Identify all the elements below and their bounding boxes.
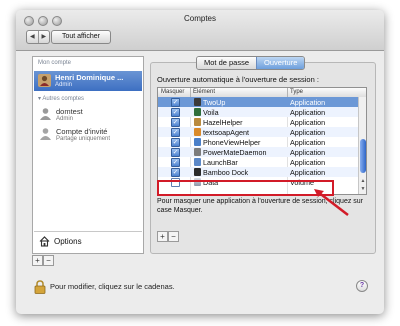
accounts-sidebar: Mon compte Henri Dominique ... Admin ▾ A… — [32, 56, 144, 254]
guest-user-icon — [40, 128, 51, 140]
scroll-thumb[interactable] — [360, 139, 366, 173]
help-button[interactable]: ? — [356, 280, 368, 292]
table-row[interactable]: ✓ PowerMateDaemon Application — [158, 147, 358, 157]
item-name: HazelHelper — [203, 118, 243, 127]
item-type: Application — [290, 98, 326, 107]
bamboo-app-icon — [194, 168, 201, 176]
hide-checkbox[interactable]: ✓ — [171, 148, 180, 157]
remove-login-item-button[interactable]: − — [168, 231, 179, 242]
table-row[interactable]: ✓ Voila Application — [158, 107, 358, 117]
current-user-role: Admin — [55, 82, 73, 88]
twoup-app-icon — [194, 98, 201, 106]
scroll-down-arrow-icon[interactable]: ▼ — [360, 186, 366, 192]
table-row[interactable]: ✓ TwoUp Application — [158, 97, 358, 107]
back-forward-control: ◀ ▶ — [26, 30, 50, 44]
account-name: domtest — [56, 107, 83, 116]
annotation-arrow-icon — [314, 189, 349, 216]
hide-checkbox[interactable]: ✓ — [171, 108, 180, 117]
item-type: Application — [290, 138, 326, 147]
highlight-annotation-box — [157, 180, 334, 196]
column-header-hide[interactable]: Masquer — [161, 89, 184, 95]
table-row[interactable]: ✓ PhoneViewHelper Application — [158, 137, 358, 147]
current-user-item[interactable]: Henri Dominique ... Admin — [34, 71, 142, 91]
user-silhouette-icon — [40, 108, 51, 120]
hide-checkbox[interactable]: ✓ — [171, 138, 180, 147]
tab-login-items[interactable]: Ouverture — [256, 57, 305, 69]
back-button[interactable]: ◀ — [27, 31, 39, 43]
item-type: Application — [290, 128, 326, 137]
accounts-window: Comptes ◀ ▶ Tout afficher Mon compte Hen… — [16, 10, 384, 314]
window-title: Comptes — [183, 14, 216, 23]
current-user-name: Henri Dominique ... — [55, 73, 124, 82]
account-role: Admin — [56, 116, 74, 122]
table-row[interactable]: ✓ Bamboo Dock Application — [158, 167, 358, 177]
item-type: Application — [290, 108, 326, 117]
column-header-type[interactable]: Type — [290, 89, 303, 95]
vertical-scrollbar[interactable]: ▲ ▼ — [358, 97, 366, 194]
table-row[interactable]: ✓ HazelHelper Application — [158, 117, 358, 127]
voila-app-icon — [194, 108, 201, 116]
column-header-item[interactable]: Élément — [193, 89, 215, 95]
item-name: PowerMateDaemon — [203, 148, 267, 157]
scroll-up-arrow-icon[interactable]: ▲ — [360, 178, 366, 184]
hide-checkbox[interactable]: ✓ — [171, 98, 180, 107]
login-items-instruction: Ouverture automatique à l'ouverture de s… — [157, 75, 319, 84]
hide-checkbox[interactable]: ✓ — [171, 168, 180, 177]
phoneview-app-icon — [194, 138, 201, 146]
item-name: PhoneViewHelper — [203, 138, 261, 147]
hide-checkbox[interactable]: ✓ — [171, 118, 180, 127]
house-icon — [39, 236, 50, 247]
account-role: Partage uniquement — [56, 136, 111, 142]
item-name: Bamboo Dock — [203, 168, 249, 177]
item-type: Application — [290, 118, 326, 127]
remove-account-button[interactable]: − — [43, 255, 54, 266]
item-name: textsoapAgent — [203, 128, 249, 137]
textsoap-app-icon — [194, 128, 201, 136]
hazel-app-icon — [194, 118, 201, 126]
my-account-header: Mon compte — [38, 60, 72, 66]
hide-checkbox[interactable]: ✓ — [171, 158, 180, 167]
item-name: LaunchBar — [203, 158, 238, 167]
lock-icon[interactable] — [34, 280, 46, 294]
login-items-panel: Ouverture automatique à l'ouverture de s… — [150, 62, 376, 254]
table-row[interactable]: ✓ textsoapAgent Application — [158, 127, 358, 137]
item-name: TwoUp — [203, 98, 226, 107]
tab-password[interactable]: Mot de passe — [197, 57, 257, 69]
login-items-table: Masquer Élément Type ✓ TwoUp Application… — [157, 87, 367, 195]
options-label: Options — [54, 237, 82, 246]
other-accounts-header[interactable]: ▾ Autres comptes — [38, 95, 84, 102]
lock-instruction-text: Pour modifier, cliquez sur le cadenas. — [50, 282, 175, 291]
login-options-item[interactable]: Options — [34, 231, 142, 252]
title-bar: Comptes ◀ ▶ Tout afficher — [16, 10, 384, 51]
column-divider — [190, 88, 191, 97]
column-divider — [287, 88, 288, 97]
powermate-app-icon — [194, 148, 201, 156]
add-account-button[interactable]: + — [32, 255, 43, 266]
user-avatar — [38, 74, 51, 87]
item-type: Application — [290, 158, 326, 167]
forward-button[interactable]: ▶ — [39, 31, 50, 43]
hide-checkbox[interactable]: ✓ — [171, 128, 180, 137]
account-name: Compte d'invité — [56, 127, 108, 136]
item-type: Application — [290, 168, 326, 177]
show-all-button[interactable]: Tout afficher — [51, 30, 111, 44]
item-type: Application — [290, 148, 326, 157]
add-login-item-button[interactable]: + — [157, 231, 168, 242]
table-row[interactable]: ✓ LaunchBar Application — [158, 157, 358, 167]
launchbar-app-icon — [194, 158, 201, 166]
tab-bar: Mot de passe Ouverture — [196, 56, 306, 70]
item-name: Voila — [203, 108, 219, 117]
